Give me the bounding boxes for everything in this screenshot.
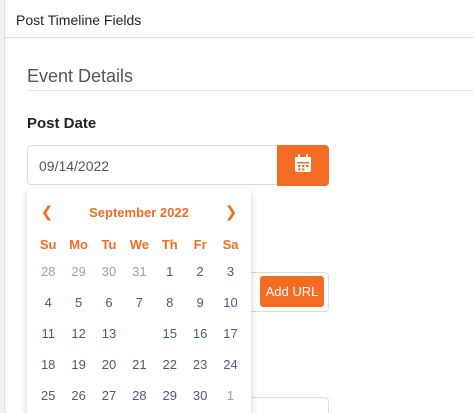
calendar-day[interactable]: 30 <box>185 385 215 413</box>
datepicker-header: ❮ September 2022 ❯ <box>27 203 251 223</box>
datepicker-grid: Su Mo Tu We Th Fr Sa 28 29 30 31 1 2 3 4 5 6 7 8 9 10 11 12 13 1… <box>33 235 246 413</box>
section-title: Event Details <box>27 66 134 86</box>
calendar-day[interactable]: 15 <box>155 323 185 354</box>
calendar-day[interactable]: 21 <box>124 354 154 385</box>
calendar-day[interactable]: 8 <box>155 292 185 323</box>
calendar-day[interactable]: 25 <box>33 385 63 413</box>
calendar-day[interactable]: 5 <box>63 292 93 323</box>
panel-header: Post Timeline Fields <box>5 0 474 38</box>
weekday-header: Mo <box>69 237 88 252</box>
calendar-day[interactable]: 9 <box>185 292 215 323</box>
weekday-header: Fr <box>193 237 207 252</box>
calendar-day[interactable]: 1 <box>155 261 185 292</box>
calendar-day[interactable]: 22 <box>155 354 185 385</box>
chevron-right-icon[interactable]: ❯ <box>221 203 241 223</box>
calendar-day[interactable]: 29 <box>155 385 185 413</box>
calendar-day[interactable]: 30 <box>94 261 124 292</box>
calendar-day-empty <box>124 323 154 354</box>
calendar-day[interactable]: 29 <box>63 261 93 292</box>
calendar-day[interactable]: 16 <box>185 323 215 354</box>
calendar-day[interactable]: 23 <box>185 354 215 385</box>
settings-panel: Post Timeline Fields Event Details Post … <box>4 0 474 413</box>
calendar-day[interactable]: 13 <box>94 323 124 354</box>
datepicker-month: September 2022 <box>89 205 189 220</box>
calendar-day[interactable]: 11 <box>33 323 63 354</box>
calendar-day[interactable]: 28 <box>33 261 63 292</box>
calendar-day[interactable]: 20 <box>94 354 124 385</box>
calendar-button[interactable] <box>277 145 329 186</box>
calendar-day[interactable]: 2 <box>185 261 215 292</box>
weekday-header: Sa <box>222 237 239 252</box>
calendar-day[interactable]: 12 <box>63 323 93 354</box>
calendar-icon <box>294 153 312 178</box>
calendar-day[interactable]: 10 <box>215 292 245 323</box>
panel-title: Post Timeline Fields <box>16 12 142 28</box>
post-date-input[interactable]: 09/14/2022 <box>27 145 277 185</box>
calendar-day[interactable]: 3 <box>215 261 245 292</box>
calendar-day[interactable]: 31 <box>124 261 154 292</box>
post-date-label: Post Date <box>27 115 97 132</box>
calendar-day[interactable]: 24 <box>215 354 245 385</box>
calendar-day[interactable]: 7 <box>124 292 154 323</box>
weekday-header: Su <box>39 237 57 252</box>
calendar-day[interactable]: 17 <box>215 323 245 354</box>
calendar-day[interactable]: 27 <box>94 385 124 413</box>
section-divider <box>27 90 474 91</box>
datepicker-popup: ❮ September 2022 ❯ Su Mo Tu We Th Fr Sa 28 29 30 3… <box>27 189 251 413</box>
calendar-day[interactable]: 26 <box>63 385 93 413</box>
calendar-day[interactable]: 19 <box>63 354 93 385</box>
calendar-day[interactable]: 6 <box>94 292 124 323</box>
calendar-day[interactable]: 4 <box>33 292 63 323</box>
weekday-header: We <box>129 237 149 252</box>
add-url-button[interactable]: Add URL <box>260 276 324 307</box>
secondary-input[interactable] <box>245 397 329 413</box>
weekday-header: Tu <box>101 237 117 252</box>
calendar-day[interactable]: 18 <box>33 354 63 385</box>
calendar-day[interactable]: 28 <box>124 385 154 413</box>
weekday-header: Th <box>161 237 178 252</box>
calendar-day[interactable]: 1 <box>215 385 245 413</box>
